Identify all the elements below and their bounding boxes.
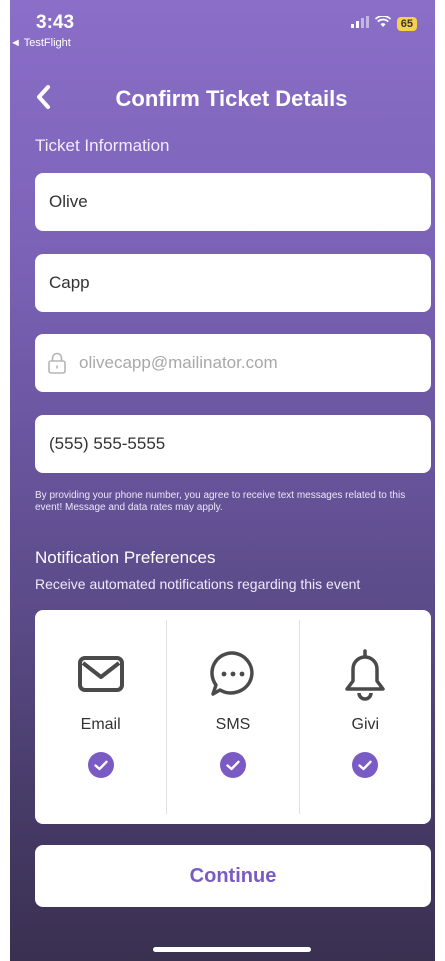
email-option-label: Email (80, 716, 121, 733)
phone-disclaimer: By providing your phone number, you agre… (35, 490, 406, 513)
lock-icon (47, 352, 67, 374)
email-option[interactable]: Email (35, 620, 166, 814)
email-input (77, 352, 411, 374)
battery-icon: 65 (396, 17, 417, 31)
last-name-input[interactable] (47, 272, 381, 294)
sms-option-label: SMS (215, 716, 251, 733)
envelope-icon (77, 648, 125, 700)
back-to-app-link[interactable]: ◄ TestFlight (10, 37, 71, 49)
notification-preferences-subtitle: Receive automated notifications regardin… (35, 576, 361, 592)
chat-bubble-icon (208, 648, 258, 700)
givi-option-label: Givi (351, 716, 380, 733)
sms-checkmark-icon[interactable] (219, 752, 246, 778)
email-checkmark-icon[interactable] (87, 752, 114, 778)
notification-preferences-title: Notification Preferences (35, 548, 216, 567)
phone-input[interactable] (47, 433, 381, 455)
status-bar: 3:43 ◄ TestFlight 65 (10, 0, 435, 58)
status-time: 3:43 (36, 12, 75, 33)
page-title: Confirm Ticket Details (115, 86, 348, 111)
first-name-field[interactable] (35, 173, 431, 231)
back-button[interactable] (28, 82, 58, 116)
email-field (35, 334, 431, 392)
givi-option[interactable]: Givi (298, 620, 431, 814)
bell-icon (341, 648, 389, 701)
app-screen: 3:43 ◄ TestFlight 65 Confirm Ticket Deta… (10, 0, 435, 961)
wifi-icon (374, 15, 391, 33)
signal-icon (350, 15, 369, 33)
last-name-field[interactable] (35, 254, 431, 312)
notification-options-card: Email SMS Givi (35, 610, 431, 824)
first-name-input[interactable] (47, 191, 381, 213)
nav-bar: Confirm Ticket Details (10, 80, 435, 120)
status-icons: 65 (350, 15, 417, 33)
sms-option[interactable]: SMS (166, 620, 298, 814)
home-indicator[interactable] (153, 947, 311, 952)
chevron-left-icon (35, 84, 51, 115)
continue-button[interactable]: Continue (35, 845, 431, 907)
ticket-info-label: Ticket Information (35, 136, 170, 155)
givi-checkmark-icon[interactable] (352, 752, 379, 778)
phone-field[interactable] (35, 415, 431, 473)
